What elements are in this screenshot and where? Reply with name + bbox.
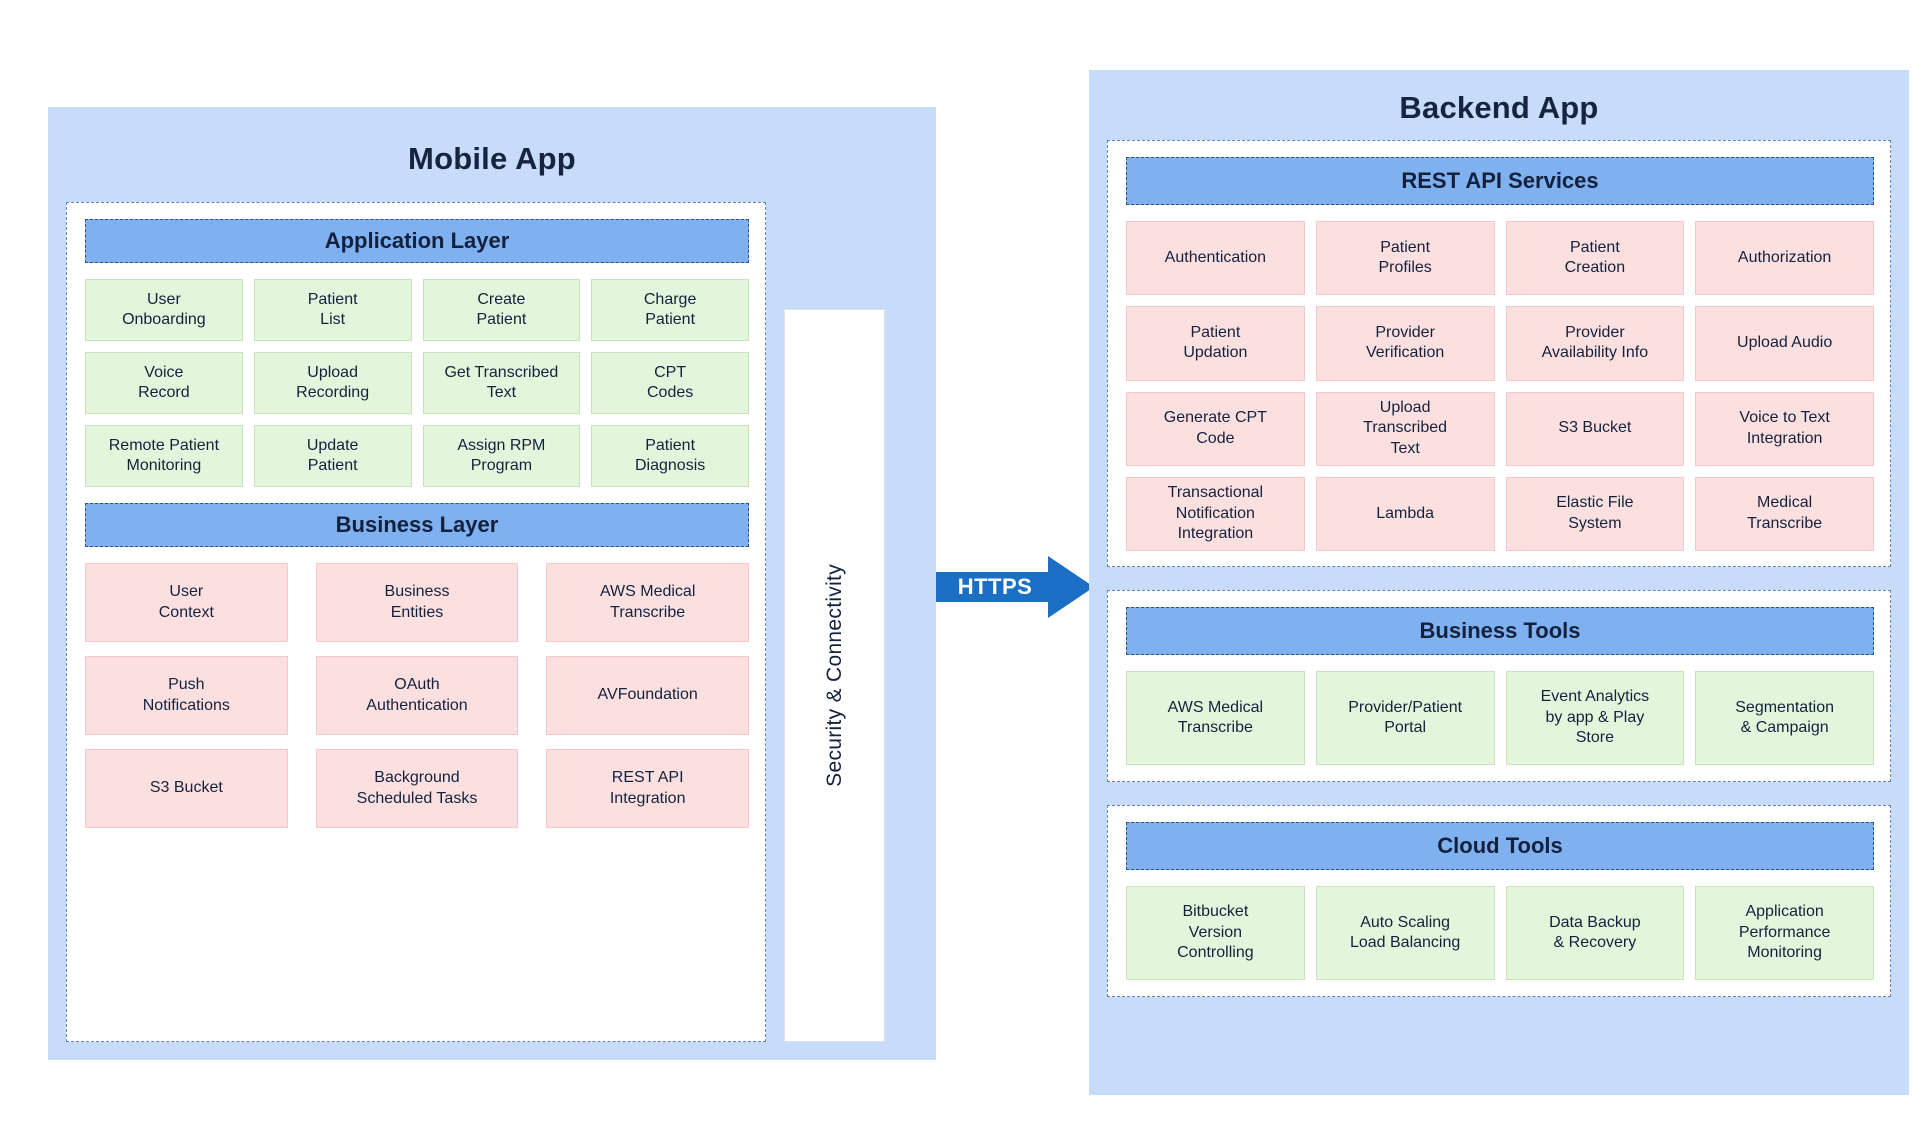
cloud-tools-header: Cloud Tools <box>1126 822 1874 870</box>
app-tile-patient-diagnosis[interactable]: Patient Diagnosis <box>591 425 749 487</box>
mobile-app-panel: Mobile App Application Layer User Onboar… <box>48 107 936 1060</box>
diagram-canvas: Mobile App Application Layer User Onboar… <box>0 0 1920 1129</box>
app-tile-user-onboarding[interactable]: User Onboarding <box>85 279 243 341</box>
business-tools-header: Business Tools <box>1126 607 1874 655</box>
business-tile-business-entities[interactable]: Business Entities <box>315 563 519 642</box>
mobile-app-title: Mobile App <box>408 141 576 176</box>
app-tile-cpt-codes[interactable]: CPT Codes <box>591 352 749 414</box>
rest-api-services-section: REST API Services Authentication Patient… <box>1107 140 1891 567</box>
app-tile-patient-list[interactable]: Patient List <box>253 279 412 341</box>
business-tile-s3-bucket[interactable]: S3 Bucket <box>85 749 288 828</box>
rest-tile-voice-to-text-integration[interactable]: Voice to Text Integration <box>1695 391 1874 466</box>
business-tile-user-context[interactable]: User Context <box>85 563 288 642</box>
biztool-tile-event-analytics[interactable]: Event Analytics by app & Play Store <box>1505 671 1685 765</box>
backend-app-panel: Backend App REST API Services Authentica… <box>1089 70 1909 1095</box>
app-tile-get-transcribed-text[interactable]: Get Transcribed Text <box>422 352 581 414</box>
backend-app-title: Backend App <box>1399 90 1599 125</box>
cloud-tools-grid: Bitbucket Version Controlling Auto Scali… <box>1126 886 1874 980</box>
rest-api-services-grid: Authentication Patient Profiles Patient … <box>1126 221 1874 551</box>
business-tools-grid: AWS Medical Transcribe Provider/Patient … <box>1126 671 1874 765</box>
rest-tile-upload-transcribed-text[interactable]: Upload Transcribed Text <box>1315 391 1495 466</box>
rest-tile-medical-transcribe[interactable]: Medical Transcribe <box>1695 476 1874 551</box>
rest-tile-lambda[interactable]: Lambda <box>1315 476 1495 551</box>
rest-tile-generate-cpt-code[interactable]: Generate CPT Code <box>1126 391 1305 466</box>
biztool-tile-provider-patient-portal[interactable]: Provider/Patient Portal <box>1315 671 1495 765</box>
rest-tile-patient-profiles[interactable]: Patient Profiles <box>1315 221 1495 296</box>
cloudtool-tile-auto-scaling-load-balancing[interactable]: Auto Scaling Load Balancing <box>1315 886 1495 980</box>
cloudtool-tile-bitbucket-version-controlling[interactable]: Bitbucket Version Controlling <box>1126 886 1305 980</box>
cloud-tools-section: Cloud Tools Bitbucket Version Controllin… <box>1107 805 1891 997</box>
business-layer-grid: User Context Business Entities AWS Medic… <box>85 563 749 828</box>
rest-api-services-header: REST API Services <box>1126 157 1874 205</box>
application-layer-grid: User Onboarding Patient List Create Pati… <box>85 279 749 487</box>
rest-tile-provider-availability-info[interactable]: Provider Availability Info <box>1505 306 1685 381</box>
cloudtool-tile-application-performance-monitoring[interactable]: Application Performance Monitoring <box>1695 886 1874 980</box>
rest-tile-authorization[interactable]: Authorization <box>1695 221 1874 296</box>
mobile-app-body: Application Layer User Onboarding Patien… <box>66 202 766 1042</box>
business-tile-rest-api-integration[interactable]: REST API Integration <box>546 749 749 828</box>
security-connectivity-strip: Security & Connectivity <box>784 309 885 1042</box>
rest-tile-transactional-notification-integration[interactable]: Transactional Notification Integration <box>1126 476 1305 551</box>
rest-tile-patient-creation[interactable]: Patient Creation <box>1505 221 1685 296</box>
business-tile-push-notifications[interactable]: Push Notifications <box>85 656 288 735</box>
biztool-tile-aws-medical-transcribe[interactable]: AWS Medical Transcribe <box>1126 671 1305 765</box>
rest-tile-elastic-file-system[interactable]: Elastic File System <box>1505 476 1685 551</box>
app-tile-upload-recording[interactable]: Upload Recording <box>253 352 412 414</box>
business-tools-section: Business Tools AWS Medical Transcribe Pr… <box>1107 590 1891 782</box>
rest-tile-provider-verification[interactable]: Provider Verification <box>1315 306 1495 381</box>
app-tile-assign-rpm-program[interactable]: Assign RPM Program <box>422 425 581 487</box>
https-arrow-icon <box>936 556 1094 618</box>
app-tile-charge-patient[interactable]: Charge Patient <box>591 279 749 341</box>
app-tile-voice-record[interactable]: Voice Record <box>85 352 243 414</box>
biztool-tile-segmentation-campaign[interactable]: Segmentation & Campaign <box>1695 671 1874 765</box>
rest-tile-authentication[interactable]: Authentication <box>1126 221 1305 296</box>
business-tile-avfoundation[interactable]: AVFoundation <box>546 656 749 735</box>
cloudtool-tile-data-backup-recovery[interactable]: Data Backup & Recovery <box>1505 886 1685 980</box>
mobile-layers-section: Application Layer User Onboarding Patien… <box>66 202 766 1042</box>
business-layer-header: Business Layer <box>85 503 749 547</box>
app-tile-update-patient[interactable]: Update Patient <box>253 425 412 487</box>
rest-tile-s3-bucket[interactable]: S3 Bucket <box>1505 391 1685 466</box>
application-layer-header: Application Layer <box>85 219 749 263</box>
app-tile-create-patient[interactable]: Create Patient <box>422 279 581 341</box>
business-tile-oauth-authentication[interactable]: OAuth Authentication <box>315 656 519 735</box>
business-tile-background-scheduled-tasks[interactable]: Background Scheduled Tasks <box>315 749 519 828</box>
rest-tile-upload-audio[interactable]: Upload Audio <box>1695 306 1874 381</box>
business-tile-aws-medical-transcribe[interactable]: AWS Medical Transcribe <box>546 563 749 642</box>
security-connectivity-label: Security & Connectivity <box>822 564 846 787</box>
app-tile-remote-patient-monitoring[interactable]: Remote Patient Monitoring <box>85 425 243 487</box>
rest-tile-patient-updation[interactable]: Patient Updation <box>1126 306 1305 381</box>
